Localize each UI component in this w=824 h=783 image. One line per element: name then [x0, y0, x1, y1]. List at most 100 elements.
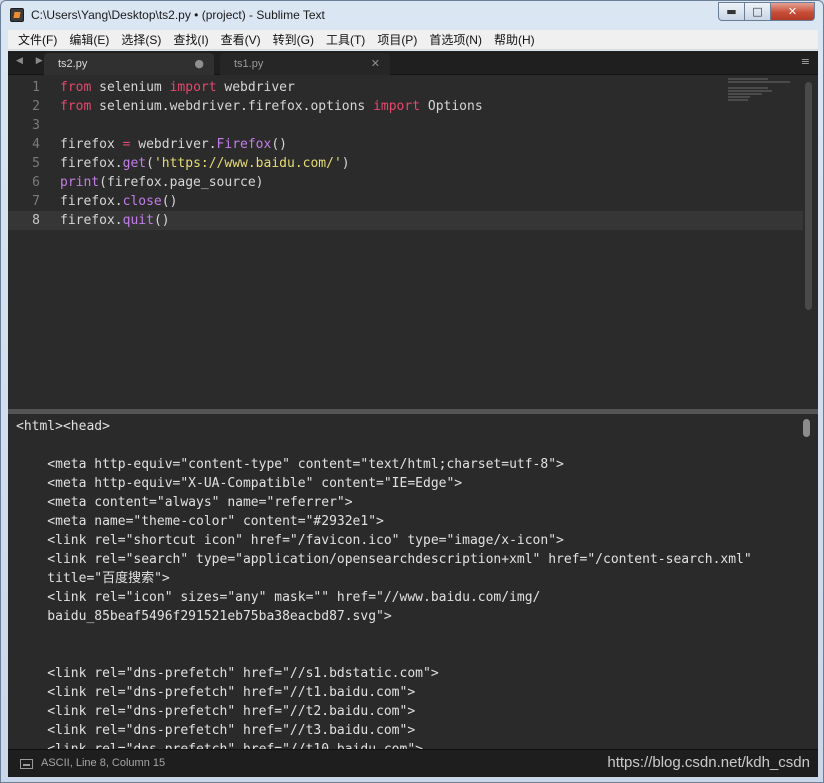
watermark: https://blog.csdn.net/kdh_csdn [607, 754, 810, 771]
code-token: selenium [91, 80, 170, 95]
menu-tools[interactable]: 工具(T) [320, 30, 371, 50]
tab-label: ts1.py [234, 58, 264, 70]
output-line: title="百度搜索"> [16, 571, 170, 586]
close-button[interactable]: ✕ [771, 2, 815, 21]
code-text: firefox.quit() [60, 211, 170, 230]
line-number: 3 [32, 118, 40, 133]
code-line[interactable]: 7 firefox.close() [8, 192, 803, 211]
menu-selection[interactable]: 选择(S) [115, 30, 167, 50]
code-text: from selenium.webdriver.firefox.options … [60, 97, 483, 116]
code-token: firefox [60, 137, 123, 152]
code-token: from [60, 99, 92, 114]
code-editor[interactable]: 1 from selenium import webdriver 2 from sel… [8, 76, 818, 409]
minimize-button[interactable]: ▬ [718, 2, 745, 21]
output-line: <link rel="dns-prefetch" href="//t1.baid… [16, 685, 416, 700]
code-token: () [153, 213, 170, 228]
code-token: 'https://www.baidu.com/' [153, 156, 342, 171]
code-token: webdriver [216, 80, 295, 95]
editor-area: ◀ ▶ ts2.py ● ts1.py ✕ ≡ 1from selenium i… [8, 51, 818, 777]
tab-bar: ◀ ▶ ts2.py ● ts1.py ✕ ≡ [8, 51, 818, 75]
code-token: import [169, 80, 217, 95]
line-number: 4 [32, 137, 40, 152]
maximize-button[interactable]: □ [745, 2, 771, 21]
line-number: 7 [32, 194, 40, 209]
menu-bar: 文件(F) 编辑(E) 选择(S) 查找(I) 查看(V) 转到(G) 工具(T… [8, 30, 818, 50]
line-number: 2 [32, 99, 40, 114]
code-line[interactable]: 5 firefox.get('https://www.baidu.com/') [8, 154, 803, 173]
menu-preferences[interactable]: 首选项(N) [423, 30, 488, 50]
line-number: 5 [32, 156, 40, 171]
code-token: firefox. [60, 213, 123, 228]
code-line[interactable]: 1 from selenium import webdriver [8, 78, 803, 97]
code-text: firefox.close() [60, 192, 177, 211]
menu-project[interactable]: 项目(P) [371, 30, 423, 50]
window-title: C:\Users\Yang\Desktop\ts2.py • (project)… [31, 8, 325, 22]
code-line[interactable]: 8 firefox.quit() [8, 211, 803, 230]
menu-file[interactable]: 文件(F) [12, 30, 63, 50]
output-line: <link rel="shortcut icon" href="/favicon… [16, 533, 564, 548]
tab-close-icon[interactable]: ✕ [371, 53, 380, 75]
code-token: () [271, 137, 287, 152]
line-number: 6 [32, 175, 40, 190]
menu-help[interactable]: 帮助(H) [488, 30, 541, 50]
sublime-app-icon [10, 8, 24, 22]
code-token: (firefox.page_source) [99, 175, 264, 190]
output-line: <link rel="dns-prefetch" href="//t10.bai… [16, 740, 423, 749]
code-token: firefox. [60, 156, 123, 171]
tab-label: ts2.py [58, 58, 88, 70]
line-number: 8 [32, 213, 40, 228]
build-output-panel[interactable]: <html><head> <meta http-equiv="content-t… [8, 414, 818, 749]
code-token: () [161, 194, 178, 209]
code-text: print(firefox.page_source) [60, 173, 264, 192]
code-token: ( [146, 156, 154, 171]
code-token: Firefox [216, 137, 272, 152]
tab-ts1[interactable]: ts1.py ✕ [220, 53, 390, 75]
code-token: webdriver. [130, 137, 217, 152]
output-line: <link rel="dns-prefetch" href="//s1.bdst… [16, 666, 439, 681]
window-controls: ▬ □ ✕ [718, 2, 815, 22]
output-line: <link rel="dns-prefetch" href="//t2.baid… [16, 704, 416, 719]
code-line[interactable]: 6 print(firefox.page_source) [8, 173, 803, 192]
code-token: close [122, 194, 162, 209]
output-line: <meta http-equiv="content-type" content=… [16, 457, 564, 472]
title-bar[interactable]: C:\Users\Yang\Desktop\ts2.py • (project)… [1, 1, 823, 29]
status-bar: ASCII, Line 8, Column 15 https://blog.cs… [8, 749, 818, 777]
tab-list-menu-icon[interactable]: ≡ [801, 55, 810, 68]
tab-ts2[interactable]: ts2.py ● [44, 53, 214, 75]
output-line: <link rel="dns-prefetch" href="//t3.baid… [16, 723, 416, 738]
sublime-window: C:\Users\Yang\Desktop\ts2.py • (project)… [0, 0, 824, 783]
code-token: quit [122, 213, 154, 228]
output-line: <meta name="theme-color" content="#2932e… [16, 514, 384, 529]
code-line[interactable]: 2 from selenium.webdriver.firefox.options… [8, 97, 803, 116]
output-line: <meta content="always" name="referrer"> [16, 495, 353, 510]
code-text: firefox = webdriver.Firefox() [60, 135, 287, 154]
code-token: Options [420, 99, 483, 114]
code-token: from [60, 80, 92, 95]
status-text: ASCII, Line 8, Column 15 [41, 757, 166, 769]
menu-edit[interactable]: 编辑(E) [63, 30, 115, 50]
unsaved-dot-icon[interactable]: ● [194, 53, 204, 75]
menu-view[interactable]: 查看(V) [215, 30, 267, 50]
output-line: <link rel="search" type="application/ope… [16, 552, 752, 567]
code-token: import [373, 99, 421, 114]
output-line: <link rel="icon" sizes="any" mask="" hre… [16, 590, 541, 605]
code-line[interactable]: 4 firefox = webdriver.Firefox() [8, 135, 803, 154]
code-token: get [122, 156, 147, 171]
menu-goto[interactable]: 转到(G) [267, 30, 320, 50]
code-token: firefox. [60, 194, 123, 209]
output-line: <meta http-equiv="X-UA-Compatible" conte… [16, 476, 463, 491]
code-token: print [60, 175, 100, 190]
code-token: selenium.webdriver.firefox.options [91, 99, 374, 114]
tab-nav-arrows-icon[interactable]: ◀ ▶ [16, 56, 48, 66]
code-token: ) [341, 156, 350, 171]
output-line: baidu_85beaf5496f291521eb75ba38eacbd87.s… [16, 609, 392, 624]
code-text: firefox.get('https://www.baidu.com/') [60, 154, 350, 173]
code-text: from selenium import webdriver [60, 78, 295, 97]
output-scrollbar[interactable] [803, 419, 810, 437]
editor-scrollbar[interactable] [805, 82, 812, 310]
menu-find[interactable]: 查找(I) [167, 30, 214, 50]
panel-toggle-icon[interactable] [20, 759, 33, 769]
output-line: <html><head> [16, 419, 110, 434]
code-line[interactable]: 3 [8, 116, 803, 135]
line-number: 1 [32, 80, 40, 95]
